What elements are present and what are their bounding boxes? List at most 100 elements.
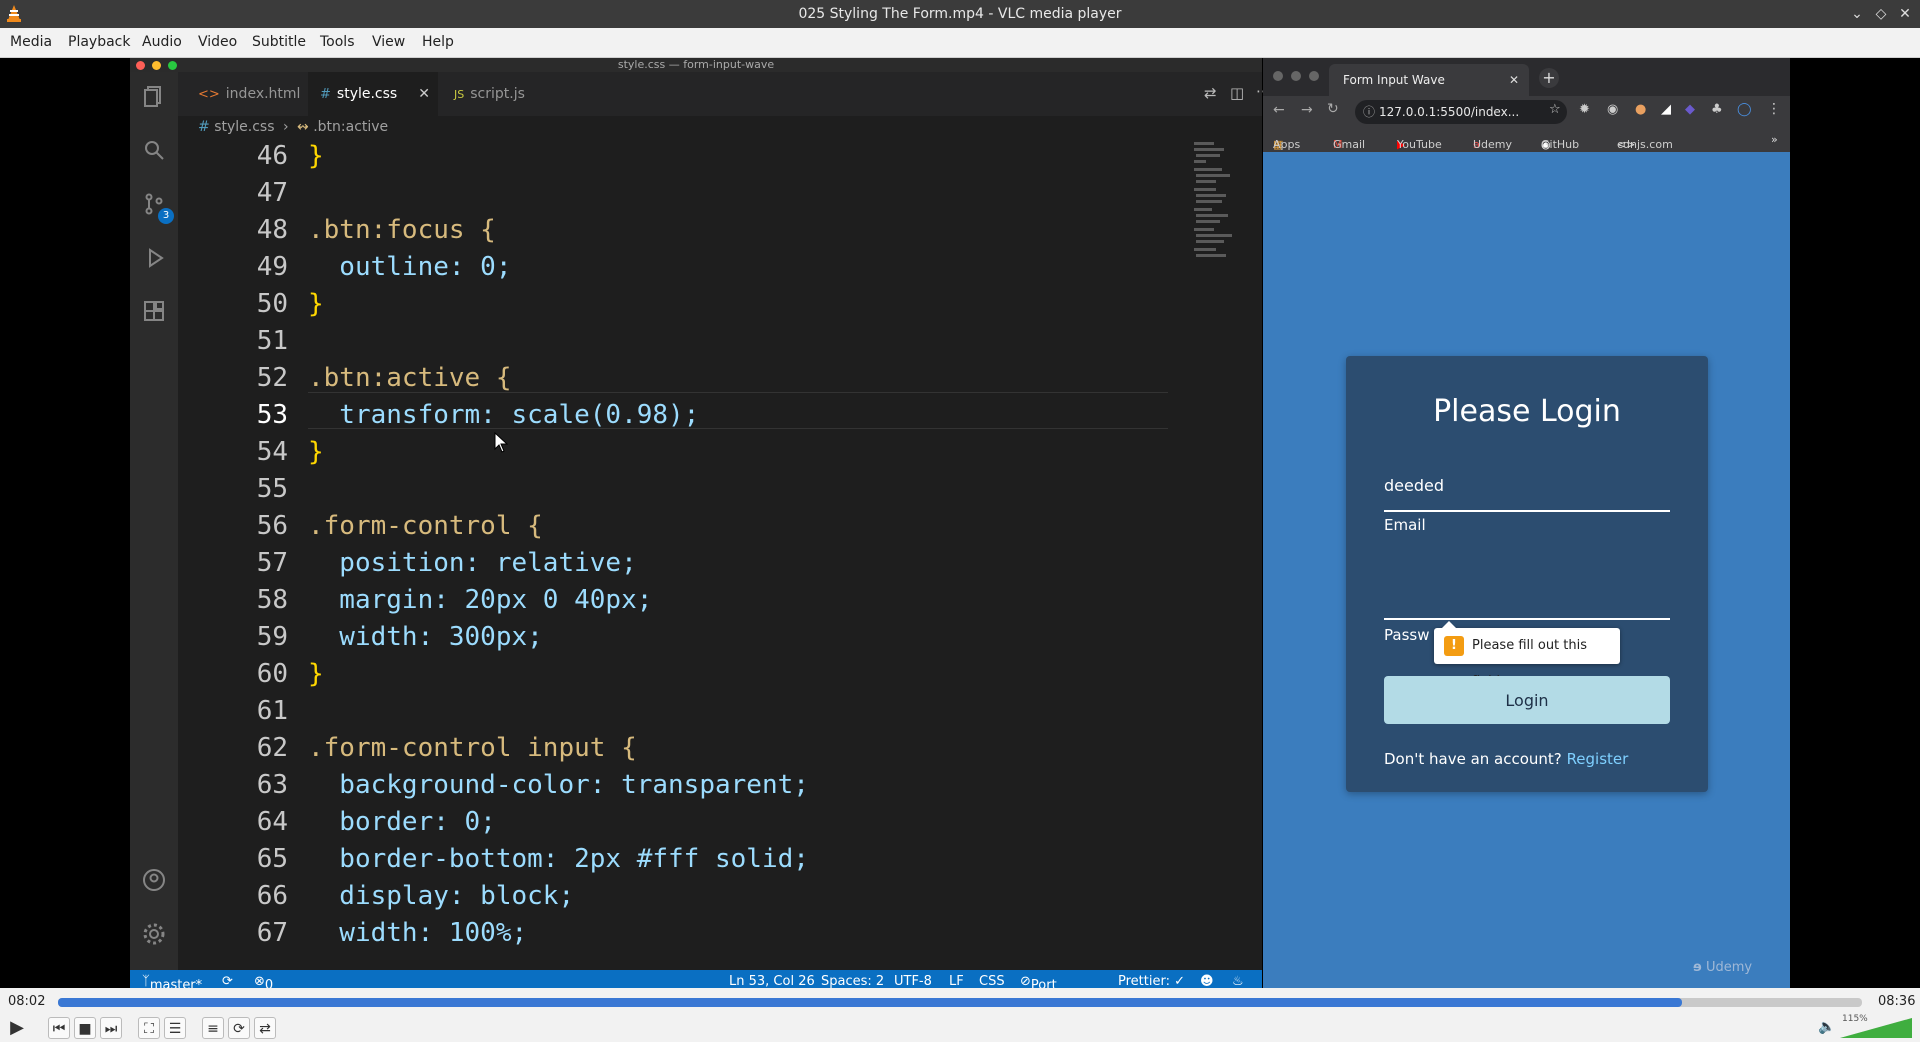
vscode-window: style.css — form-input-wave 3 <> index.ht…: [130, 58, 1271, 988]
extension-icon[interactable]: ◉: [1607, 102, 1618, 117]
accounts-icon: [143, 869, 165, 891]
code-line: .form-control input {: [308, 733, 637, 763]
previous-button[interactable]: ⏮: [48, 1017, 70, 1039]
line-number: 57: [256, 548, 288, 578]
status-bar: ᛉ master* ⟳ ⊗ 0 ⚠ 0 Ln 53, Col 26 Spaces…: [130, 970, 1262, 988]
extension-icon[interactable]: ✹: [1579, 102, 1590, 117]
back-arrow-icon[interactable]: ←: [1273, 102, 1285, 118]
watermark-text: Udemy: [1705, 960, 1753, 975]
eol[interactable]: LF: [949, 974, 964, 988]
notifications-bell-icon[interactable]: ♨: [1232, 974, 1244, 988]
extension-icon[interactable]: ●: [1635, 102, 1646, 117]
code-line: }: [308, 659, 324, 689]
player-controls: 08:02 08:36 ▶ ⏮ ■ ⏭ ⛶ ☰ ≡ ⟳ ⇄ 🔈 115%: [0, 988, 1920, 1042]
total-time: 08:36: [1878, 994, 1916, 1009]
git-branch[interactable]: ᛉ master*: [142, 974, 202, 988]
register-link[interactable]: Register: [1567, 750, 1629, 768]
bookmark-label: Gmail: [1333, 138, 1366, 151]
live-server-port[interactable]: ⊘ Port : 5500: [1020, 974, 1057, 988]
password-label: Passw: [1384, 626, 1430, 644]
elapsed-time: 08:02: [8, 994, 46, 1009]
menu-subtitle[interactable]: Subtitle: [252, 34, 306, 50]
browser-window: Form Input Wave ✕ + ← → ↻ ⓘ 127.0.0.1:55…: [1263, 58, 1790, 988]
menu-playback[interactable]: Playback: [68, 34, 130, 50]
password-input[interactable]: [1384, 556, 1670, 598]
extension-icon[interactable]: ◢: [1661, 102, 1671, 117]
register-prompt-text: Don't have an account?: [1384, 750, 1562, 768]
bookmarks-bar: ▦ Apps M Gmail ▶ YouTube ɘ Udemy ◉ GitHu…: [1263, 128, 1790, 152]
tab-label: script.js: [470, 86, 525, 102]
tab-close-icon[interactable]: ✕: [1509, 64, 1519, 96]
line-number: 64: [256, 807, 288, 837]
login-card: Please Login deeded Email Passw ! Please…: [1346, 356, 1708, 792]
bookmark-label: cdnjs.com: [1617, 138, 1673, 151]
line-number: 52: [256, 363, 288, 393]
menu-video[interactable]: Video: [198, 34, 237, 50]
split-editor-icon: ◫: [1230, 84, 1245, 102]
bookmark-label: Apps: [1273, 138, 1301, 151]
code-line-active[interactable]: transform: scale(0.98);: [308, 397, 699, 434]
bookmark-star-icon[interactable]: ☆: [1549, 102, 1561, 117]
browser-menu-icon[interactable]: ⋮: [1767, 101, 1781, 117]
close-button[interactable]: ✕: [1896, 5, 1914, 23]
open-changes-icon: ⇄: [1204, 84, 1217, 102]
extended-settings-button[interactable]: ☰: [164, 1017, 186, 1039]
fullscreen-button[interactable]: ⛶: [138, 1017, 160, 1039]
url-text: 127.0.0.1:5500/index...: [1379, 105, 1520, 119]
line-number: 54: [256, 437, 288, 467]
zoom-dot-icon: [1309, 71, 1319, 81]
code-line: outline: 0;: [308, 252, 512, 282]
address-bar[interactable]: ⓘ 127.0.0.1:5500/index...: [1355, 100, 1567, 124]
menu-help[interactable]: Help: [422, 34, 454, 50]
code-line: border-bottom: 2px #fff solid;: [308, 844, 809, 874]
line-number: 58: [256, 585, 288, 615]
port-label: Port : 5500: [1030, 978, 1057, 988]
forward-arrow-icon[interactable]: →: [1301, 102, 1313, 118]
code-line: width: 100%;: [308, 918, 528, 948]
maximize-button[interactable]: ◇: [1872, 5, 1890, 23]
line-number: 67: [256, 918, 288, 948]
line-number: 55: [256, 474, 288, 504]
more-bookmarks-icon[interactable]: »: [1771, 133, 1778, 146]
code-line: }: [308, 141, 324, 171]
line-number: 53: [256, 400, 288, 430]
stop-button[interactable]: ■: [74, 1017, 96, 1039]
minimize-dot-icon: [1291, 71, 1301, 81]
menu-media[interactable]: Media: [10, 34, 52, 50]
next-button[interactable]: ⏭: [100, 1017, 122, 1039]
css-file-icon: #: [198, 119, 210, 135]
menu-view[interactable]: View: [372, 34, 405, 50]
extension-icon[interactable]: ◆: [1685, 102, 1695, 117]
menu-audio[interactable]: Audio: [142, 34, 182, 50]
prettier-status[interactable]: Prettier: ✓: [1118, 974, 1185, 988]
line-number: 47: [256, 178, 288, 208]
puzzle-extensions-icon[interactable]: ♣: [1711, 102, 1723, 117]
browser-tab[interactable]: Form Input Wave ✕: [1329, 64, 1529, 96]
loop-button[interactable]: ⟳: [228, 1017, 250, 1039]
profile-icon[interactable]: ◯: [1737, 102, 1752, 117]
line-number: 48: [256, 215, 288, 245]
new-tab-button[interactable]: +: [1539, 68, 1559, 88]
video-frame[interactable]: style.css — form-input-wave 3 <> index.ht…: [0, 58, 1920, 988]
play-button[interactable]: ▶: [6, 1017, 28, 1039]
problems-indicator[interactable]: ⊗ 0 ⚠ 0: [254, 974, 273, 988]
indentation[interactable]: Spaces: 2: [821, 974, 884, 988]
login-button[interactable]: Login: [1384, 676, 1670, 724]
email-input[interactable]: deeded: [1384, 476, 1444, 495]
encoding[interactable]: UTF-8: [894, 974, 932, 988]
language-mode[interactable]: CSS: [979, 974, 1005, 988]
editor-tab-bar: <> index.html # style.css ✕ JS script.js ⇄ …: [178, 72, 1271, 116]
reload-icon[interactable]: ↻: [1327, 101, 1339, 117]
speaker-icon[interactable]: 🔈: [1818, 1019, 1835, 1035]
feedback-icon[interactable]: ☻: [1200, 974, 1214, 988]
tab-style-css: # style.css ✕: [308, 72, 438, 116]
breadcrumb: # style.css › ↭ .btn:active: [178, 116, 1262, 138]
cursor-position[interactable]: Ln 53, Col 26: [729, 974, 815, 988]
playlist-button[interactable]: ≡: [202, 1017, 224, 1039]
seek-bar[interactable]: [58, 998, 1862, 1007]
shuffle-button[interactable]: ⇄: [254, 1017, 276, 1039]
browser-toolbar: ← → ↻ ⓘ 127.0.0.1:5500/index... ☆ ✹ ◉ ● …: [1263, 96, 1790, 128]
minimize-button[interactable]: ⌄: [1848, 5, 1866, 23]
menu-tools[interactable]: Tools: [320, 34, 355, 50]
sync-icon[interactable]: ⟳: [222, 974, 233, 988]
